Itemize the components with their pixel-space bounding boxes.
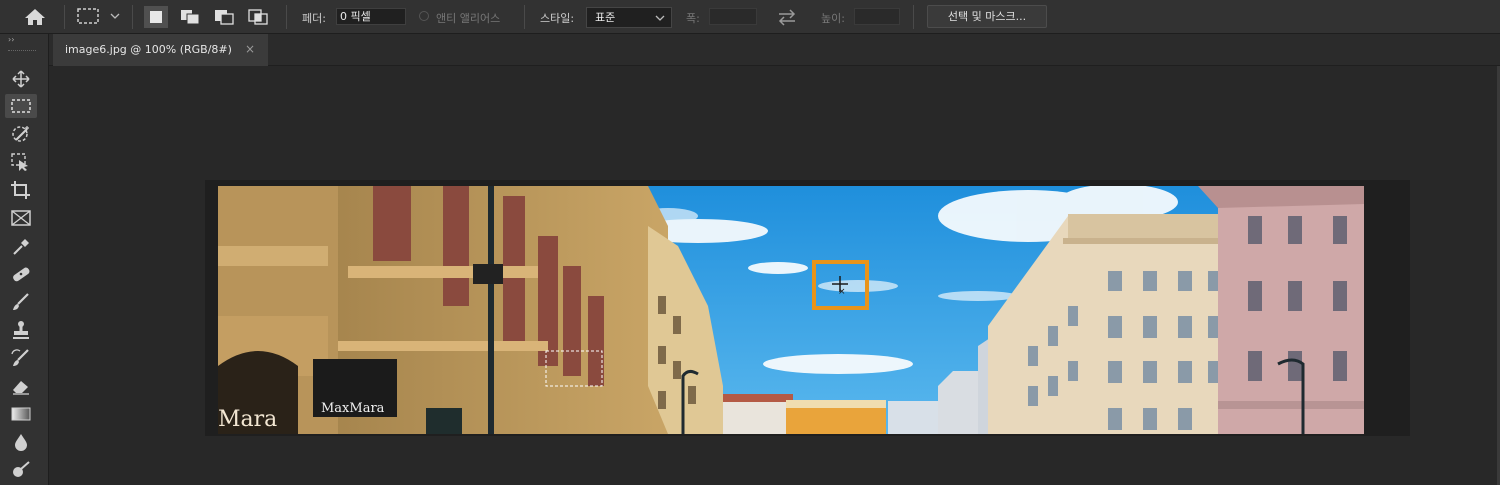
eraser-tool[interactable]	[5, 374, 37, 398]
options-bar: 페더: 0 픽셀 앤티 앨리어스 스타일: 표준 폭: 높이: 선택 및 마스크…	[0, 0, 1500, 34]
maxmara-sign: MaxMara	[313, 359, 397, 417]
lamp-post	[488, 186, 494, 434]
dodge-tool[interactable]	[5, 458, 37, 482]
water-drop-icon	[15, 434, 27, 451]
style-select[interactable]: 표준	[586, 7, 672, 28]
rectangular-marquee-tool[interactable]	[5, 94, 37, 118]
panel-collapse-icon[interactable]: ››	[8, 36, 14, 44]
style-label: 스타일:	[540, 12, 575, 25]
feather-label: 페더:	[302, 12, 326, 25]
object-select-icon	[11, 153, 28, 171]
add-to-selection-button[interactable]	[178, 6, 202, 28]
eraser-icon	[13, 381, 29, 395]
intersect-selection-button[interactable]	[246, 6, 270, 28]
intersect-selection-icon	[248, 9, 268, 25]
home-icon	[25, 9, 45, 25]
document-tab-bar: image6.jpg @ 100% (RGB/8#) ×	[49, 34, 1500, 66]
chevron-down-icon	[655, 15, 665, 21]
left-building	[218, 186, 668, 434]
quick-selection-tool[interactable]	[5, 150, 37, 174]
move-icon	[12, 70, 30, 88]
far-right-building	[938, 371, 978, 434]
history-brush-tool[interactable]	[5, 346, 37, 370]
distant-building	[723, 399, 793, 434]
gradient-tool[interactable]	[5, 402, 37, 426]
move-tool[interactable]	[5, 67, 37, 91]
new-selection-button[interactable]	[144, 6, 168, 28]
yellow-building	[786, 406, 886, 434]
spot-healing-tool[interactable]	[5, 262, 37, 286]
width-input[interactable]	[709, 8, 757, 25]
eyedropper-icon	[13, 239, 29, 255]
magic-wand-icon	[12, 126, 29, 142]
pink-building	[1198, 186, 1364, 434]
document-tab[interactable]: image6.jpg @ 100% (RGB/8#) ×	[53, 34, 268, 66]
select-and-mask-button[interactable]: 선택 및 마스크...	[927, 5, 1047, 28]
height-label: 높이:	[821, 12, 845, 25]
crop-icon	[11, 181, 30, 199]
shop-sign-partial-text: Mara	[218, 407, 277, 432]
add-selection-icon	[181, 10, 200, 25]
brush-icon	[13, 293, 29, 310]
brush-tool[interactable]	[5, 290, 37, 314]
eyedropper-tool[interactable]	[5, 234, 37, 258]
divider	[64, 5, 65, 29]
street-photo: MaxMara Mara ×	[218, 186, 1364, 434]
small-sign	[426, 408, 462, 434]
swap-arrows-icon	[778, 9, 796, 26]
marquee-preset-icon	[77, 8, 120, 24]
subtract-selection-icon	[215, 10, 234, 25]
gradient-icon	[11, 407, 31, 421]
frame-tool[interactable]	[5, 206, 37, 230]
document-image[interactable]: MaxMara Mara ×	[218, 186, 1364, 434]
width-label: 폭:	[686, 12, 700, 25]
new-selection-icon	[150, 11, 162, 23]
antialias-checkbox[interactable]	[419, 11, 429, 21]
close-icon[interactable]: ×	[245, 42, 255, 56]
frame-icon	[11, 210, 31, 226]
blur-tool[interactable]	[5, 430, 37, 454]
divider	[132, 5, 133, 29]
subtract-from-selection-button[interactable]	[212, 6, 236, 28]
history-brush-icon	[11, 349, 29, 366]
style-select-value: 표준	[595, 11, 616, 24]
tool-preset-picker[interactable]	[74, 6, 124, 28]
object-selection-tool[interactable]	[5, 122, 37, 146]
dodge-icon	[13, 461, 30, 477]
tools-panel: ››	[0, 34, 49, 485]
home-button[interactable]	[20, 6, 50, 28]
panel-grip[interactable]	[8, 50, 36, 53]
divider	[524, 5, 525, 29]
bandage-icon	[13, 267, 30, 282]
swap-width-height-button[interactable]	[775, 6, 799, 28]
antialias-label: 앤티 앨리어스	[436, 12, 501, 25]
divider	[913, 5, 914, 29]
marquee-icon	[11, 99, 31, 113]
stamp-icon	[13, 321, 29, 339]
clone-stamp-tool[interactable]	[5, 318, 37, 342]
feather-input[interactable]: 0 픽셀	[336, 8, 406, 25]
document-tab-title: image6.jpg @ 100% (RGB/8#)	[65, 43, 232, 56]
cursor-subtract-mark: ×	[838, 287, 846, 297]
height-input[interactable]	[854, 8, 900, 25]
shop-sign-text: MaxMara	[321, 401, 385, 416]
divider	[286, 5, 287, 29]
crop-tool[interactable]	[5, 178, 37, 202]
